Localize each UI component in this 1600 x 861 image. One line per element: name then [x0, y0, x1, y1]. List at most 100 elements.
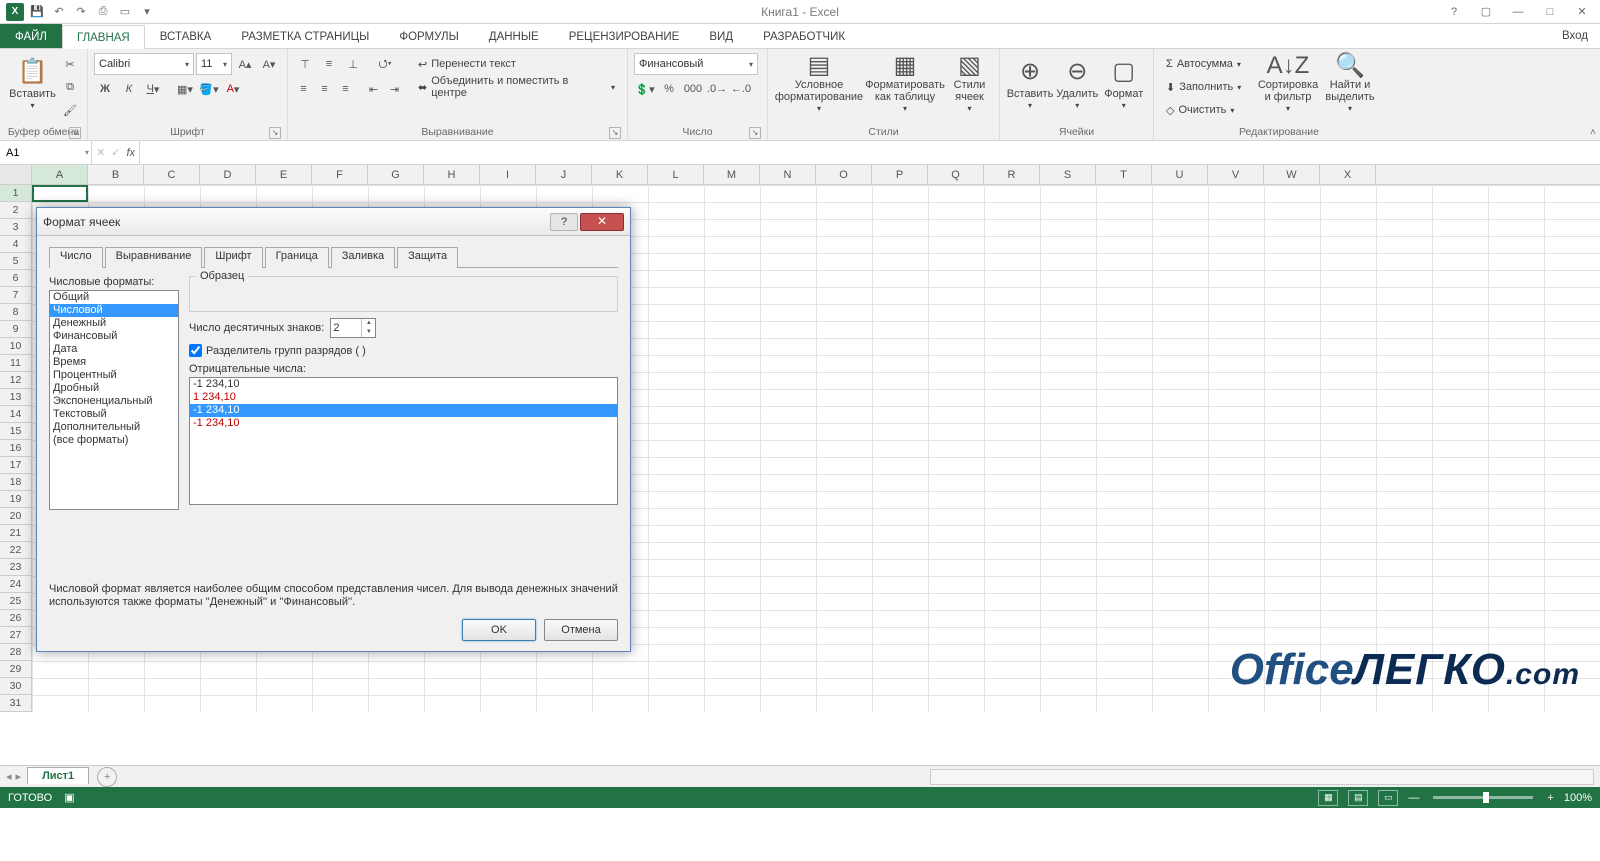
italic-icon[interactable]: К [118, 78, 140, 100]
dialog-tab-fill[interactable]: Заливка [331, 247, 395, 268]
view-normal-icon[interactable]: ▦ [1318, 790, 1338, 806]
category-item[interactable]: Экспоненциальный [50, 395, 178, 408]
tab-developer[interactable]: РАЗРАБОТЧИК [748, 24, 860, 48]
row-header[interactable]: 8 [0, 304, 31, 321]
fill-button[interactable]: ⬇Заполнить▾ [1160, 76, 1256, 98]
column-header[interactable]: F [312, 165, 368, 184]
row-header[interactable]: 29 [0, 661, 31, 678]
collapse-ribbon-icon[interactable]: ˄ [1590, 127, 1596, 138]
category-item[interactable]: Финансовый [50, 330, 178, 343]
alignment-launcher-icon[interactable]: ↘ [609, 127, 621, 139]
redo-icon[interactable]: ↷ [70, 1, 92, 23]
decrease-decimal-icon[interactable]: ←.0 [730, 78, 752, 100]
row-header[interactable]: 4 [0, 236, 31, 253]
bold-icon[interactable]: Ж [94, 78, 116, 100]
sheet-tab-1[interactable]: Лист1 [27, 767, 89, 784]
row-header[interactable]: 25 [0, 593, 31, 610]
row-header[interactable]: 2 [0, 202, 31, 219]
find-select-button[interactable]: 🔍Найти и выделить▾ [1320, 51, 1380, 117]
zoom-in-icon[interactable]: + [1547, 792, 1553, 804]
category-item[interactable]: Денежный [50, 317, 178, 330]
conditional-formatting-button[interactable]: ▤Условное форматирование▾ [774, 51, 864, 117]
column-header[interactable]: R [984, 165, 1040, 184]
column-header[interactable]: P [872, 165, 928, 184]
number-format-combo[interactable]: Финансовый▾ [634, 53, 758, 75]
comma-icon[interactable]: 000 [682, 78, 704, 100]
cancel-formula-icon[interactable]: ✕ [96, 146, 105, 159]
row-header[interactable]: 18 [0, 474, 31, 491]
save-icon[interactable]: 💾 [26, 1, 48, 23]
row-header[interactable]: 27 [0, 627, 31, 644]
row-header[interactable]: 5 [0, 253, 31, 270]
column-header[interactable]: B [88, 165, 144, 184]
column-header[interactable]: L [648, 165, 704, 184]
view-page-break-icon[interactable]: ▭ [1378, 790, 1398, 806]
cut-icon[interactable]: ✂ [59, 53, 81, 75]
column-header[interactable]: M [704, 165, 760, 184]
font-name-combo[interactable]: Calibri▾ [94, 53, 194, 75]
row-header[interactable]: 17 [0, 457, 31, 474]
column-header[interactable]: X [1320, 165, 1376, 184]
column-header[interactable]: V [1208, 165, 1264, 184]
excel-app-icon[interactable]: X [4, 1, 26, 23]
percent-icon[interactable]: % [658, 78, 680, 100]
zoom-out-icon[interactable]: — [1408, 792, 1419, 804]
dialog-close-icon[interactable]: ✕ [580, 213, 624, 231]
touch-icon[interactable]: ▭ [114, 1, 136, 23]
align-left-icon[interactable]: ≡ [294, 78, 313, 100]
column-header[interactable]: T [1096, 165, 1152, 184]
wrap-text-button[interactable]: ↩Перенести текст [412, 53, 621, 75]
tab-file[interactable]: ФАЙЛ [0, 24, 62, 48]
category-item[interactable]: Числовой [50, 304, 178, 317]
decimals-spinner[interactable]: 2 ▲▼ [330, 318, 376, 338]
dialog-help-icon[interactable]: ? [550, 213, 578, 231]
format-cells-button[interactable]: ▢Формат▾ [1101, 51, 1148, 117]
enter-formula-icon[interactable]: ✓ [111, 146, 120, 159]
borders-icon[interactable]: ▦▾ [174, 78, 196, 100]
category-item[interactable]: Текстовый [50, 408, 178, 421]
tab-view[interactable]: ВИД [694, 24, 748, 48]
category-item[interactable]: Дополнительный [50, 421, 178, 434]
qat-customize-icon[interactable]: ▾ [136, 1, 158, 23]
minimize-icon[interactable]: — [1504, 2, 1532, 22]
merge-center-button[interactable]: ⬌Объединить и поместить в центре▾ [412, 76, 621, 98]
accounting-icon[interactable]: 💲▾ [634, 78, 656, 100]
dialog-tab-protection[interactable]: Защита [397, 247, 458, 268]
row-header[interactable]: 14 [0, 406, 31, 423]
column-header[interactable]: I [480, 165, 536, 184]
dialog-tab-number[interactable]: Число [49, 247, 103, 268]
number-launcher-icon[interactable]: ↘ [749, 127, 761, 139]
dialog-tab-font[interactable]: Шрифт [204, 247, 262, 268]
row-header[interactable]: 24 [0, 576, 31, 593]
font-color-icon[interactable]: A▾ [222, 78, 244, 100]
row-header[interactable]: 21 [0, 525, 31, 542]
row-header[interactable]: 6 [0, 270, 31, 287]
clipboard-launcher-icon[interactable]: ↘ [69, 127, 81, 139]
spinner-down-icon[interactable]: ▼ [362, 328, 375, 337]
tab-review[interactable]: РЕЦЕНЗИРОВАНИЕ [554, 24, 695, 48]
dialog-tab-alignment[interactable]: Выравнивание [105, 247, 203, 268]
paste-button[interactable]: 📋 Вставить ▾ [6, 51, 59, 117]
category-item[interactable]: Время [50, 356, 178, 369]
indent-increase-icon[interactable]: ⇥ [385, 78, 404, 100]
quickprint-icon[interactable]: ⎙ [92, 1, 114, 23]
negative-item[interactable]: -1 234,10 [190, 404, 617, 417]
row-header[interactable]: 28 [0, 644, 31, 661]
tab-page-layout[interactable]: РАЗМЕТКА СТРАНИЦЫ [226, 24, 384, 48]
ok-button[interactable]: OK [462, 619, 536, 641]
grow-font-icon[interactable]: A▴ [234, 53, 256, 75]
column-header[interactable]: S [1040, 165, 1096, 184]
sort-filter-button[interactable]: A↓ZСортировка и фильтр▾ [1256, 51, 1320, 117]
negative-item[interactable]: -1 234,10 [190, 417, 617, 430]
row-header[interactable]: 1 [0, 185, 31, 202]
row-header[interactable]: 31 [0, 695, 31, 712]
select-all-corner[interactable] [0, 165, 32, 184]
name-box-input[interactable] [4, 146, 87, 160]
row-header[interactable]: 7 [0, 287, 31, 304]
column-header[interactable]: H [424, 165, 480, 184]
fx-icon[interactable]: fx [126, 147, 135, 159]
row-header[interactable]: 23 [0, 559, 31, 576]
column-header[interactable]: O [816, 165, 872, 184]
sheet-next-icon[interactable]: ▸ [16, 770, 22, 783]
undo-icon[interactable]: ↶ [48, 1, 70, 23]
